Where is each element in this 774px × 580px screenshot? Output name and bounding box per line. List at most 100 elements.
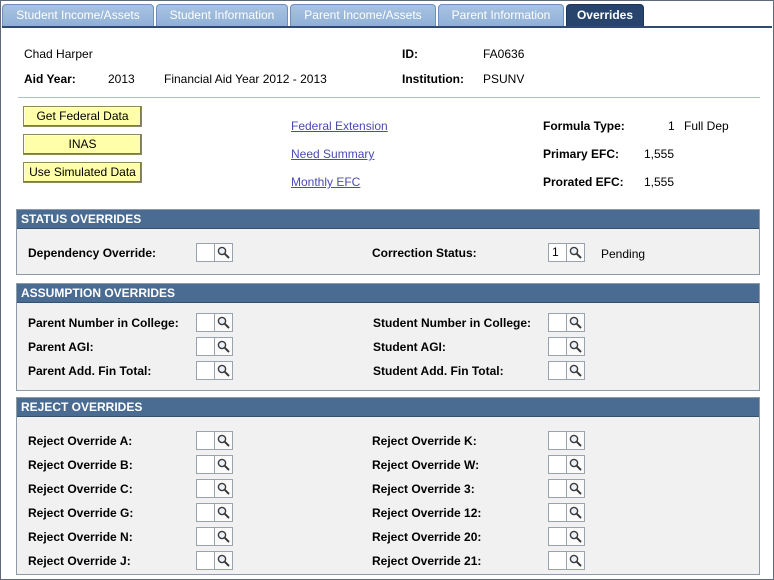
primary-efc-value: 1,555 — [644, 147, 675, 161]
status-overrides-title: STATUS OVERRIDES — [17, 210, 759, 229]
dependency-override-input[interactable] — [196, 243, 214, 262]
search-icon[interactable] — [214, 479, 233, 498]
prorated-efc-value: 1,555 — [644, 175, 675, 189]
parent-add-fin-total-field — [196, 361, 233, 380]
federal-extension-link[interactable]: Federal Extension — [291, 119, 388, 133]
reject-override-20-field — [548, 527, 585, 546]
student-name: Chad Harper — [24, 47, 93, 61]
use-simulated-data-button[interactable]: Use Simulated Data — [23, 162, 142, 183]
reject-override-n-label: Reject Override N: — [28, 530, 133, 544]
dependency-override-label: Dependency Override: — [28, 246, 157, 260]
reject-override-w-label: Reject Override W: — [372, 458, 480, 472]
search-icon[interactable] — [214, 337, 233, 356]
reject-override-n-input[interactable] — [196, 527, 214, 546]
search-icon[interactable] — [566, 455, 585, 474]
institution-label: Institution: — [402, 72, 464, 86]
search-icon[interactable] — [566, 503, 585, 522]
parent-agi-input[interactable] — [196, 337, 214, 356]
student-add-fin-total-field — [548, 361, 585, 380]
search-icon[interactable] — [214, 527, 233, 546]
reject-override-3-field — [548, 479, 585, 498]
parent-number-in-college-label: Parent Number in College: — [28, 316, 179, 330]
reject-override-21-field — [548, 551, 585, 570]
formula-type-code: 1 — [668, 119, 675, 133]
tab-overrides[interactable]: Overrides — [566, 4, 644, 26]
search-icon[interactable] — [566, 313, 585, 332]
need-summary-link[interactable]: Need Summary — [291, 147, 374, 161]
formula-type-description: Full Dep — [684, 119, 729, 133]
search-icon[interactable] — [214, 503, 233, 522]
correction-status-field: 1 — [548, 243, 585, 262]
search-icon[interactable] — [214, 431, 233, 450]
parent-add-fin-total-label: Parent Add. Fin Total: — [28, 364, 152, 378]
search-icon[interactable] — [566, 361, 585, 380]
reject-override-w-input[interactable] — [548, 455, 566, 474]
student-number-in-college-input[interactable] — [548, 313, 566, 332]
search-icon[interactable] — [566, 337, 585, 356]
parent-agi-field — [196, 337, 233, 356]
get-federal-data-button[interactable]: Get Federal Data — [23, 106, 142, 127]
reject-override-k-input[interactable] — [548, 431, 566, 450]
reject-override-b-input[interactable] — [196, 455, 214, 474]
reject-override-20-input[interactable] — [548, 527, 566, 546]
dependency-override-field — [196, 243, 233, 262]
header-divider — [18, 97, 760, 98]
tab-parent-income-assets[interactable]: Parent Income/Assets — [290, 4, 436, 26]
reject-override-g-input[interactable] — [196, 503, 214, 522]
aid-year-description: Financial Aid Year 2012 - 2013 — [164, 72, 327, 86]
reject-override-20-label: Reject Override 20: — [372, 530, 482, 544]
tab-student-information[interactable]: Student Information — [156, 4, 288, 26]
student-number-in-college-label: Student Number in College: — [373, 316, 532, 330]
search-icon[interactable] — [566, 479, 585, 498]
reject-override-g-field — [196, 503, 233, 522]
inas-button[interactable]: INAS — [23, 134, 142, 155]
correction-status-description: Pending — [601, 247, 646, 261]
reject-override-12-label: Reject Override 12: — [372, 506, 482, 520]
reject-override-j-input[interactable] — [196, 551, 214, 570]
reject-override-c-field — [196, 479, 233, 498]
parent-add-fin-total-input[interactable] — [196, 361, 214, 380]
reject-override-21-label: Reject Override 21: — [372, 554, 482, 568]
student-agi-input[interactable] — [548, 337, 566, 356]
parent-number-in-college-input[interactable] — [196, 313, 214, 332]
search-icon[interactable] — [214, 243, 233, 262]
reject-override-c-input[interactable] — [196, 479, 214, 498]
search-icon[interactable] — [566, 527, 585, 546]
prorated-efc-label: Prorated EFC: — [543, 175, 624, 189]
search-icon[interactable] — [214, 361, 233, 380]
reject-override-j-field — [196, 551, 233, 570]
student-add-fin-total-label: Student Add. Fin Total: — [373, 364, 504, 378]
reject-override-21-input[interactable] — [548, 551, 566, 570]
reject-override-a-label: Reject Override A: — [28, 434, 133, 448]
reject-override-b-label: Reject Override B: — [28, 458, 133, 472]
reject-override-3-input[interactable] — [548, 479, 566, 498]
parent-agi-label: Parent AGI: — [28, 340, 94, 354]
reject-override-a-input[interactable] — [196, 431, 214, 450]
parent-number-in-college-field — [196, 313, 233, 332]
reject-overrides-title: REJECT OVERRIDES — [17, 398, 759, 417]
search-icon[interactable] — [566, 243, 585, 262]
assumption-overrides-title: ASSUMPTION OVERRIDES — [17, 284, 759, 303]
reject-override-3-label: Reject Override 3: — [372, 482, 475, 496]
reject-override-k-field — [548, 431, 585, 450]
monthly-efc-link[interactable]: Monthly EFC — [291, 175, 360, 189]
search-icon[interactable] — [566, 431, 585, 450]
student-number-in-college-field — [548, 313, 585, 332]
search-icon[interactable] — [214, 551, 233, 570]
student-add-fin-total-input[interactable] — [548, 361, 566, 380]
id-label: ID: — [402, 47, 418, 61]
correction-status-input[interactable]: 1 — [548, 243, 566, 262]
tab-underline — [2, 26, 772, 28]
institution-value: PSUNV — [483, 72, 525, 86]
tab-parent-information[interactable]: Parent Information — [438, 4, 564, 26]
search-icon[interactable] — [214, 455, 233, 474]
search-icon[interactable] — [214, 313, 233, 332]
search-icon[interactable] — [566, 551, 585, 570]
aid-year-label: Aid Year: — [24, 72, 76, 86]
student-agi-field — [548, 337, 585, 356]
reject-override-w-field — [548, 455, 585, 474]
tab-student-income-assets[interactable]: Student Income/Assets — [2, 4, 154, 26]
id-value: FA0636 — [483, 47, 525, 61]
reject-override-12-input[interactable] — [548, 503, 566, 522]
reject-override-j-label: Reject Override J: — [28, 554, 131, 568]
